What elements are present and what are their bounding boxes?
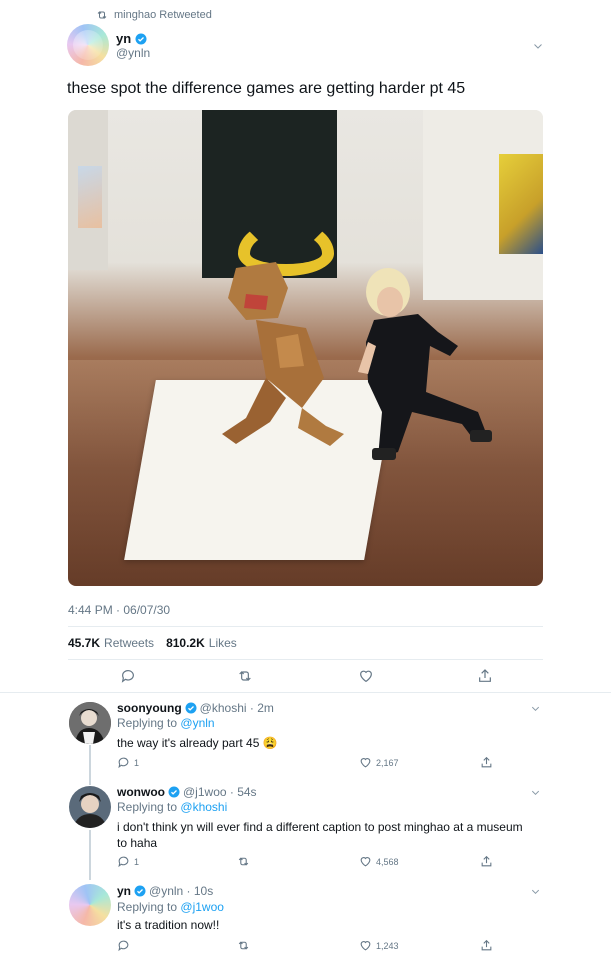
share-button[interactable] (480, 939, 493, 952)
reply-icon (118, 940, 129, 952)
reply-button[interactable]: 1 (117, 855, 139, 868)
photo-person (358, 268, 492, 460)
share-button[interactable] (480, 756, 493, 769)
replying-to: Replying to @ynln (117, 716, 215, 730)
reply-icon[interactable] (120, 668, 136, 684)
tweet-timestamp[interactable]: 4:44 PM · 06/07/30 (68, 603, 170, 617)
verified-icon (185, 702, 197, 714)
heart-icon[interactable] (358, 668, 374, 684)
share-icon (481, 855, 492, 867)
reply-button[interactable] (117, 939, 130, 952)
reply-author-row[interactable]: wonwoo @j1woo · 54s (117, 785, 257, 799)
replying-to-prefix: Replying to (117, 716, 178, 730)
replying-to: Replying to @j1woo (117, 900, 224, 914)
verified-icon (134, 885, 146, 897)
avatar[interactable] (69, 786, 111, 828)
share-button[interactable] (480, 855, 493, 868)
reply-author-name: yn (117, 884, 132, 898)
heart-icon (360, 941, 371, 951)
like-count: 1,243 (376, 940, 399, 951)
divider (68, 659, 543, 660)
replying-to-prefix: Replying to (117, 800, 178, 814)
chevron-down-icon[interactable] (530, 886, 541, 897)
reply-author-name: wonwoo (117, 785, 165, 799)
author-name: yn (116, 31, 132, 46)
replying-to-handle[interactable]: @ynln (180, 716, 214, 730)
reply-actions: 1,243 (0, 939, 611, 953)
reply-count: 1 (134, 856, 140, 867)
like-count: 4,568 (376, 856, 399, 867)
share-icon (481, 939, 492, 951)
chevron-down-icon[interactable] (530, 787, 541, 798)
reply-text-line: to haha (117, 836, 158, 850)
like-button[interactable]: 4,568 (359, 855, 399, 868)
reply-text: the way it's already part 45 😩 (117, 736, 278, 750)
retweet-label: minghao Retweeted (114, 9, 212, 21)
avatar-photo (69, 702, 111, 744)
like-button[interactable]: 2,167 (359, 756, 399, 769)
heart-icon (360, 758, 371, 768)
chevron-down-icon[interactable] (532, 40, 544, 52)
reply-text: it's a tradition now!! (117, 918, 220, 932)
reply-handle-time: @ynln · 10s (149, 884, 214, 898)
divider (0, 692, 611, 693)
replying-to-prefix: Replying to (117, 900, 178, 914)
like-count: 2,167 (376, 757, 399, 768)
reply-text-line: i don't think yn will ever find a differ… (117, 820, 523, 834)
author-name-row[interactable]: yn (116, 31, 147, 46)
reply-author-name: soonyoung (117, 701, 182, 715)
share-icon[interactable] (477, 668, 493, 684)
retweet-icon (97, 11, 107, 19)
reply-handle-time: @j1woo · 54s (183, 785, 257, 799)
replying-to: Replying to @khoshi (117, 800, 227, 814)
reply-actions: 1 2,167 (0, 756, 611, 770)
reply-author-row[interactable]: soonyoung @khoshi · 2m (117, 701, 274, 715)
replying-to-handle[interactable]: @khoshi (180, 800, 227, 814)
reply-actions: 1 4,568 (0, 855, 611, 869)
tweet-actions (0, 668, 611, 686)
like-button[interactable]: 1,243 (359, 939, 399, 952)
likes-count[interactable]: 810.2K (166, 636, 205, 650)
divider (68, 626, 543, 627)
retweet-header: minghao Retweeted (96, 9, 212, 21)
author-handle[interactable]: @ynln (116, 46, 150, 60)
tweet-stats: 45.7K Retweets 810.2K Likes (68, 636, 237, 650)
retweet-icon (238, 941, 249, 950)
reply-icon (118, 856, 129, 868)
reply-icon (118, 757, 129, 769)
photo-artwork-left (78, 166, 102, 228)
verified-icon (168, 786, 180, 798)
retweet-button[interactable] (237, 855, 250, 868)
photo-artwork-right (499, 154, 543, 254)
retweet-button[interactable] (237, 939, 250, 952)
retweets-label[interactable]: Retweets (104, 636, 154, 650)
likes-label[interactable]: Likes (209, 636, 237, 650)
replying-to-handle[interactable]: @j1woo (180, 900, 224, 914)
tweet-text: these spot the difference games are gett… (67, 80, 466, 97)
reply-author-row[interactable]: yn @ynln · 10s (117, 884, 213, 898)
reply-button[interactable]: 1 (117, 756, 139, 769)
share-icon (481, 756, 492, 768)
retweet-icon (238, 857, 249, 866)
reply-handle-time: @khoshi · 2m (199, 701, 274, 715)
avatar[interactable] (69, 884, 111, 926)
verified-icon (135, 33, 147, 44)
retweet-icon[interactable] (237, 668, 253, 684)
avatar[interactable] (67, 24, 109, 66)
reply-count: 1 (134, 757, 140, 768)
chevron-down-icon[interactable] (530, 703, 541, 714)
avatar-photo (69, 786, 111, 828)
tweet-photo[interactable] (68, 110, 543, 586)
heart-icon (360, 857, 371, 867)
retweets-count[interactable]: 45.7K (68, 636, 100, 650)
photo-wooden-sculpture (222, 262, 344, 446)
avatar[interactable] (69, 702, 111, 744)
